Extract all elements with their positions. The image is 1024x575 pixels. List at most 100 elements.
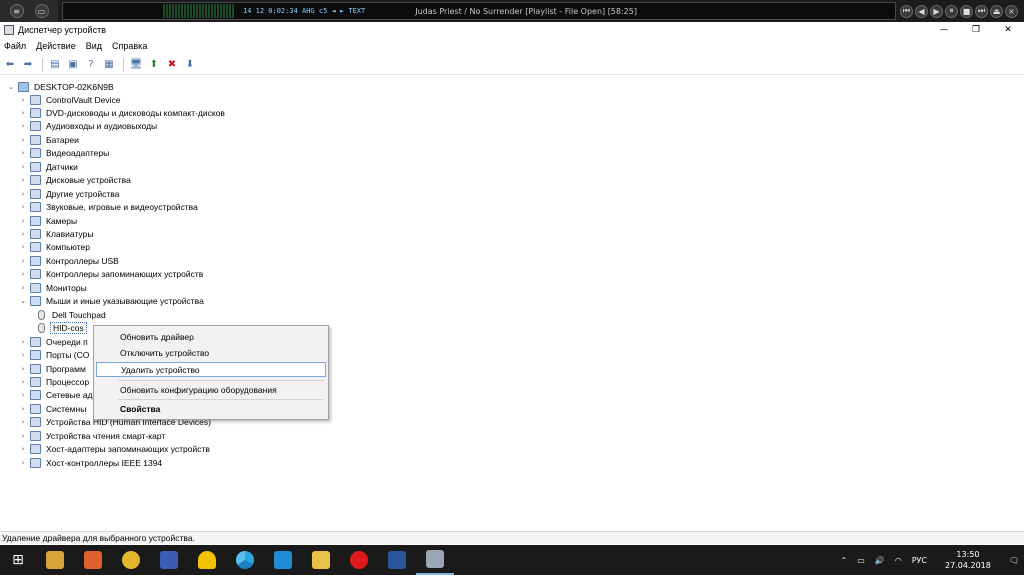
expand-chevron-icon[interactable]: ›	[18, 190, 28, 198]
taskbar-app-winamp[interactable]	[150, 545, 188, 575]
taskbar-app-fire[interactable]	[74, 545, 112, 575]
expand-chevron-icon[interactable]: ›	[18, 351, 28, 359]
expand-chevron-icon[interactable]: ›	[18, 163, 28, 171]
tray-wifi-icon[interactable]: ◠	[895, 556, 902, 565]
maximize-icon[interactable]: ❐	[960, 22, 992, 38]
tree-category-item[interactable]: › Дисковые устройства	[18, 174, 133, 187]
tray-network-icon[interactable]: ▭	[857, 556, 865, 565]
expand-chevron-icon[interactable]: ›	[18, 338, 28, 346]
menu-action[interactable]: Действие	[36, 41, 76, 51]
expand-chevron-icon[interactable]: ›	[18, 149, 28, 157]
tree-category-item[interactable]: › DVD-дисководы и дисководы компакт-диско…	[18, 106, 227, 119]
tree-category-item[interactable]: › Устройства чтения смарт-карт	[18, 429, 167, 442]
window-title-bar[interactable]: Диспетчер устройств — ❐ ✕	[0, 22, 1024, 38]
winamp-player-bar[interactable]: ≡ ▭ 14 12 0:02:34 AHG c5 ◄ ► TEXT Judas …	[0, 0, 1024, 22]
taskbar-app-explorer[interactable]	[302, 545, 340, 575]
winamp-close-icon[interactable]: ×	[1005, 4, 1018, 18]
ctx-uninstall-device[interactable]: Удалить устройство	[96, 362, 326, 377]
expand-chevron-icon[interactable]: ›	[18, 445, 28, 453]
tray-language[interactable]: РУС	[912, 556, 927, 565]
winamp-shade-icon[interactable]: ▭	[34, 4, 49, 18]
minimize-icon[interactable]: —	[928, 22, 960, 38]
ctx-update-driver[interactable]: Обновить драйвер	[96, 329, 326, 344]
menu-file[interactable]: Файл	[4, 41, 26, 51]
next-icon[interactable]: ⏭	[975, 4, 988, 18]
taskbar-app-teamviewer[interactable]	[264, 545, 302, 575]
tree-category-item[interactable]: › Аудиовходы и аудиовыходы	[18, 120, 159, 133]
expand-chevron-icon[interactable]: ›	[18, 176, 28, 184]
back-arrow-icon[interactable]: ⬅	[2, 57, 18, 73]
expand-chevron-icon[interactable]: ›	[18, 270, 28, 278]
expand-chevron-icon[interactable]: ›	[18, 418, 28, 426]
play-icon[interactable]: ▶	[930, 4, 943, 18]
tree-device-item[interactable]: Dell Touchpad	[34, 308, 108, 321]
prev-icon[interactable]: ⏮	[900, 4, 913, 18]
taskbar-app-chrome-icon[interactable]	[226, 545, 264, 575]
tree-category-item[interactable]: › Контроллеры USB	[18, 254, 121, 267]
tree-device-item[interactable]: HID-cos	[34, 322, 87, 335]
windows-start-icon[interactable]: ⊞	[0, 545, 36, 575]
tree-category-item[interactable]: › Очереди п	[18, 335, 90, 348]
tree-category-item[interactable]: › Камеры	[18, 214, 79, 227]
taskbar-app-paint[interactable]	[36, 545, 74, 575]
collapse-chevron-icon[interactable]: ⌄	[6, 83, 16, 91]
eject-icon[interactable]: ⏏	[990, 4, 1003, 18]
tree-category-item[interactable]: › Контроллеры запоминающих устройств	[18, 268, 205, 281]
ctx-properties[interactable]: Свойства	[96, 401, 326, 416]
expand-chevron-icon[interactable]: ›	[18, 203, 28, 211]
menu-view[interactable]: Вид	[86, 41, 102, 51]
tray-volume-icon[interactable]: 🔊	[875, 556, 885, 565]
collapse-chevron-icon[interactable]: ⌄	[18, 297, 28, 305]
taskbar-app-yellow[interactable]	[188, 545, 226, 575]
winamp-menu-icon[interactable]: ≡	[9, 4, 24, 18]
properties-sheet-icon[interactable]: ▣	[65, 57, 81, 73]
tree-category-item[interactable]: › Системны	[18, 402, 88, 415]
expand-chevron-icon[interactable]: ›	[18, 230, 28, 238]
expand-chevron-icon[interactable]: ›	[18, 109, 28, 117]
ctx-scan-hardware[interactable]: Обновить конфигурацию оборудования	[96, 382, 326, 397]
tray-clock[interactable]: 13:50 27.04.2018	[940, 549, 996, 571]
tree-category-item[interactable]: › Датчики	[18, 160, 80, 173]
tree-category-item[interactable]: › Программ	[18, 362, 88, 375]
taskbar-app-word[interactable]	[378, 545, 416, 575]
taskbar-app-opera[interactable]	[340, 545, 378, 575]
close-icon[interactable]: ✕	[992, 22, 1024, 38]
install-driver-down-icon[interactable]: ⬇	[182, 57, 198, 73]
tree-category-item[interactable]: › Батареи	[18, 133, 81, 146]
tree-category-item[interactable]: › Видеоадаптеры	[18, 147, 111, 160]
expand-chevron-icon[interactable]: ›	[18, 122, 28, 130]
expand-chevron-icon[interactable]: ›	[18, 284, 28, 292]
notifications-icon[interactable]: 🗨	[1009, 556, 1019, 565]
tree-category-item[interactable]: ⌄ Мыши и иные указывающие устройства	[18, 295, 206, 308]
tree-category-item[interactable]: › Хост-контроллеры IEEE 1394	[18, 456, 164, 469]
pause-icon[interactable]: ⏸	[945, 4, 958, 18]
tray-chevron-up-icon[interactable]: ⌃	[841, 556, 848, 565]
taskbar-app-device-manager[interactable]	[416, 545, 454, 575]
expand-chevron-icon[interactable]: ›	[18, 391, 28, 399]
taskbar-app-bug[interactable]	[112, 545, 150, 575]
tree-category-item[interactable]: › Хост-адаптеры запоминающих устройств	[18, 443, 212, 456]
rewind-icon[interactable]: ◀	[915, 4, 928, 18]
help-icon[interactable]: ?	[83, 57, 99, 73]
delete-device-icon[interactable]: ✖	[164, 57, 180, 73]
expand-chevron-icon[interactable]: ›	[18, 432, 28, 440]
tree-root[interactable]: ⌄ DESKTOP-02K6N9B	[6, 80, 116, 93]
expand-chevron-icon[interactable]: ›	[18, 136, 28, 144]
tree-category-item[interactable]: › Сетевые ад	[18, 389, 95, 402]
tree-category-item[interactable]: › ControlVault Device	[18, 93, 123, 106]
expand-chevron-icon[interactable]: ›	[18, 257, 28, 265]
expand-chevron-icon[interactable]: ›	[18, 217, 28, 225]
expand-chevron-icon[interactable]: ›	[18, 365, 28, 373]
forward-arrow-icon[interactable]: ➡	[20, 57, 36, 73]
tree-category-item[interactable]: › Клавиатуры	[18, 228, 95, 241]
scan-hardware-monitor-icon[interactable]: 🖥	[128, 57, 144, 73]
view-list-icon[interactable]: ▦	[101, 57, 117, 73]
expand-chevron-icon[interactable]: ›	[18, 96, 28, 104]
tree-category-item[interactable]: › Порты (CO	[18, 349, 91, 362]
ctx-disable-device[interactable]: Отключить устройство	[96, 345, 326, 360]
expand-chevron-icon[interactable]: ›	[18, 378, 28, 386]
update-driver-icon[interactable]: ⬆	[146, 57, 162, 73]
menu-help[interactable]: Справка	[112, 41, 147, 51]
show-hide-tree-icon[interactable]: ▤	[47, 57, 63, 73]
expand-chevron-icon[interactable]: ›	[18, 243, 28, 251]
